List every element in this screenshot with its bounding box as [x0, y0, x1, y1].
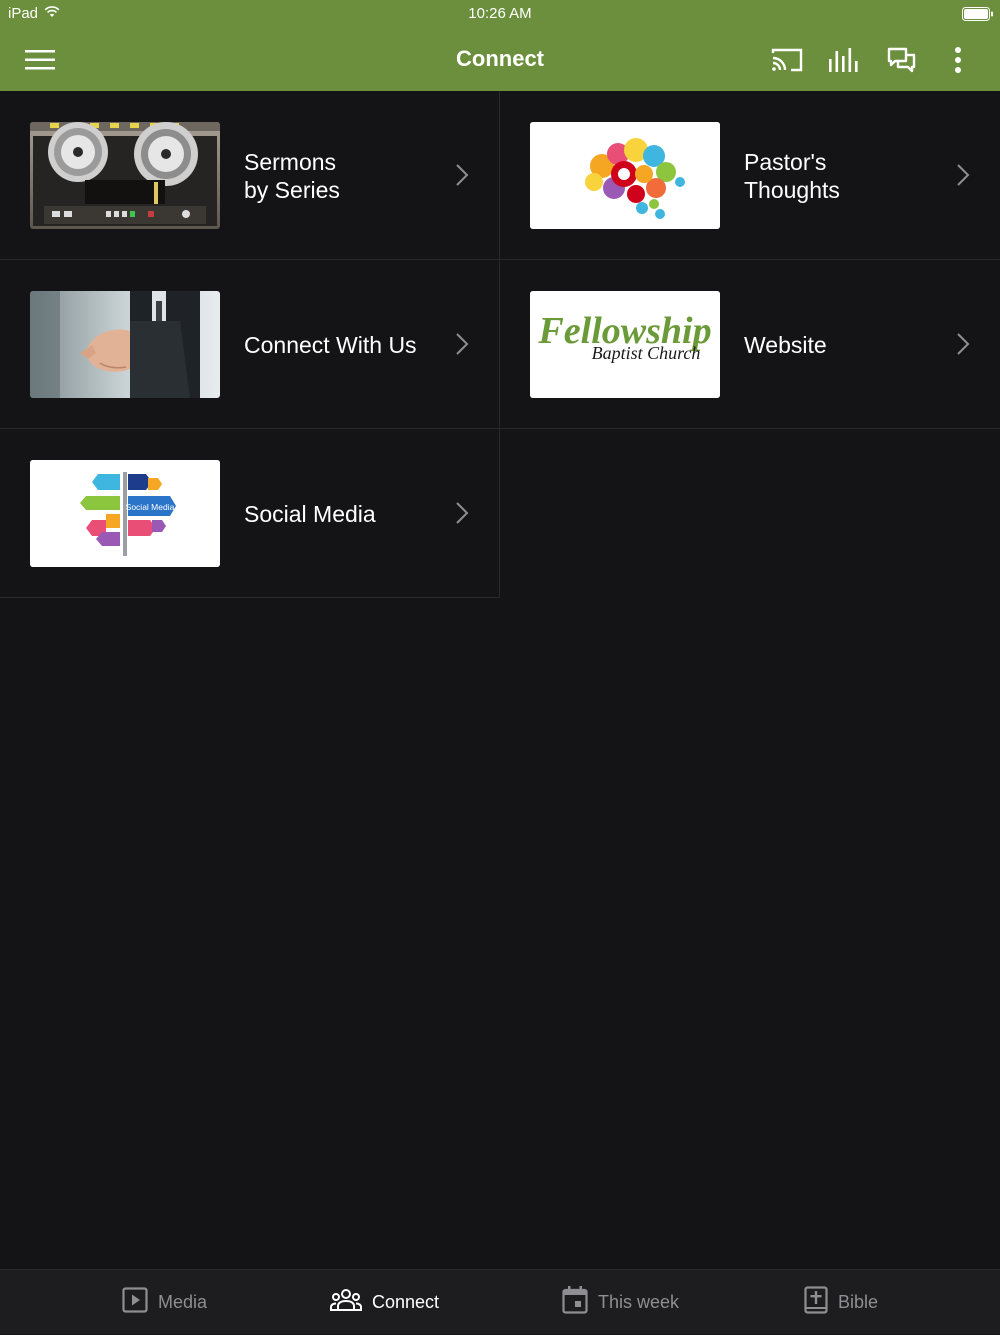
- calendar-icon: [562, 1286, 588, 1319]
- tab-label: Connect: [372, 1292, 440, 1312]
- nav-bar: Connect: [0, 28, 1000, 91]
- tab-bar: Media Connect This week Bible: [0, 1269, 1000, 1334]
- tab-connect[interactable]: Connect: [330, 1270, 439, 1335]
- grid-item-label: Pastor's Thoughts: [744, 148, 840, 203]
- equalizer-icon[interactable]: [822, 38, 866, 82]
- social-media-signpost-thumbnail: Social Media: [30, 460, 220, 567]
- grid-item-website[interactable]: Fellowship Baptist Church Website: [500, 260, 1000, 429]
- chevron-right-icon: [456, 502, 469, 524]
- grid-item-sermons[interactable]: Sermons by Series: [0, 91, 500, 260]
- svg-text:Baptist Church: Baptist Church: [592, 343, 701, 363]
- fellowship-logo-thumbnail: Fellowship Baptist Church: [530, 291, 720, 398]
- grid-item-label: Website: [744, 331, 827, 358]
- play-square-icon: [122, 1287, 148, 1318]
- chevron-right-icon: [957, 164, 970, 186]
- tab-label: This week: [598, 1292, 680, 1312]
- grid-item-social-media[interactable]: Social Media Social Media: [0, 429, 500, 598]
- chevron-right-icon: [456, 164, 469, 186]
- bible-icon: [804, 1286, 828, 1319]
- grid-item-connect-with-us[interactable]: Connect With Us: [0, 260, 500, 429]
- grid-item-pastors-thoughts[interactable]: Pastor's Thoughts: [500, 91, 1000, 260]
- chevron-right-icon: [957, 333, 970, 355]
- tab-media[interactable]: Media: [122, 1270, 207, 1335]
- tab-label: Bible: [838, 1292, 879, 1312]
- more-vert-icon[interactable]: [936, 38, 980, 82]
- svg-text:Social Media: Social Media: [126, 502, 175, 512]
- gears-brain-thumbnail: [530, 122, 720, 229]
- chevron-right-icon: [456, 333, 469, 355]
- handshake-thumbnail: [30, 291, 220, 398]
- grid-item-label: Sermons by Series: [244, 148, 340, 203]
- reel-to-reel-thumbnail: [30, 122, 220, 229]
- cast-icon[interactable]: [765, 38, 809, 82]
- grid-item-label: Social Media: [244, 500, 376, 527]
- menu-icon[interactable]: [18, 38, 62, 82]
- people-icon: [330, 1288, 362, 1317]
- tab-bible[interactable]: Bible: [804, 1270, 878, 1335]
- status-time: 10:26 AM: [468, 5, 532, 22]
- tab-this-week[interactable]: This week: [562, 1270, 679, 1335]
- chat-icon[interactable]: [880, 38, 924, 82]
- battery-icon: [962, 7, 993, 21]
- tab-label: Media: [158, 1292, 208, 1312]
- status-bar: iPad 10:26 AM: [0, 0, 1000, 28]
- grid-item-label: Connect With Us: [244, 331, 417, 358]
